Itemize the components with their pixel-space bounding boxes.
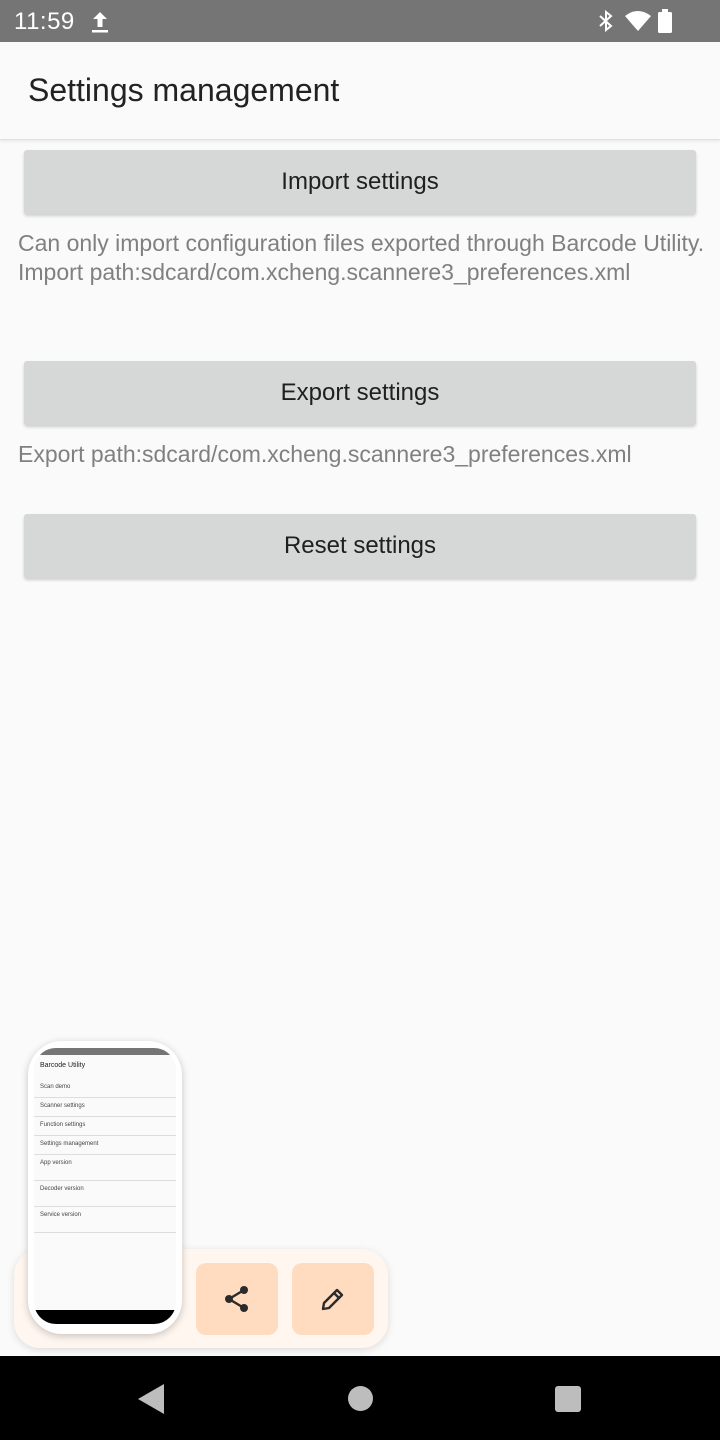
- wifi-icon: [625, 11, 651, 31]
- import-settings-button[interactable]: Import settings: [24, 150, 696, 214]
- upload-icon: [92, 12, 108, 33]
- thumbnail-title: Barcode Utility: [40, 1062, 86, 1069]
- back-icon[interactable]: [138, 1384, 164, 1414]
- navigation-bar: [0, 1356, 720, 1440]
- thumbnail-status-bar: [34, 1048, 176, 1055]
- thumbnail-row: App version: [34, 1155, 176, 1181]
- battery-icon: [658, 9, 672, 33]
- import-path-text: Import path:sdcard/com.xcheng.scannere3_…: [18, 259, 631, 285]
- thumbnail-screen: Barcode Utility Scan demo Scanner settin…: [34, 1048, 176, 1324]
- edit-button[interactable]: [292, 1263, 374, 1335]
- thumbnail-row: Decoder version: [34, 1181, 176, 1207]
- share-button[interactable]: [196, 1263, 278, 1335]
- export-path-text: Export path:sdcard/com.xcheng.scannere3_…: [18, 441, 632, 467]
- status-time: 11:59: [14, 8, 75, 35]
- thumbnail-row: Scanner settings: [34, 1098, 176, 1117]
- thumbnail-row: Scan demo: [34, 1080, 176, 1098]
- import-description: Can only import configuration files expo…: [18, 229, 708, 287]
- app-bar: Settings management: [0, 42, 720, 140]
- thumbnail-row: Settings management: [34, 1136, 176, 1155]
- page-title: Settings management: [28, 72, 340, 108]
- thumbnail-row: Service version: [34, 1207, 176, 1233]
- edit-icon: [321, 1288, 344, 1311]
- import-description-note: Can only import configuration files expo…: [18, 230, 705, 256]
- share-icon: [225, 1286, 248, 1312]
- reset-settings-button[interactable]: Reset settings: [24, 514, 696, 578]
- recents-icon[interactable]: [555, 1386, 581, 1412]
- bluetooth-icon: [599, 10, 613, 32]
- thumbnail-row: Function settings: [34, 1117, 176, 1136]
- status-bar: 11:59: [0, 0, 720, 42]
- thumbnail-nav-bar: [34, 1310, 176, 1324]
- screenshot-thumbnail[interactable]: Barcode Utility Scan demo Scanner settin…: [28, 1041, 182, 1334]
- export-settings-button[interactable]: Export settings: [24, 361, 696, 425]
- home-icon[interactable]: [348, 1386, 373, 1411]
